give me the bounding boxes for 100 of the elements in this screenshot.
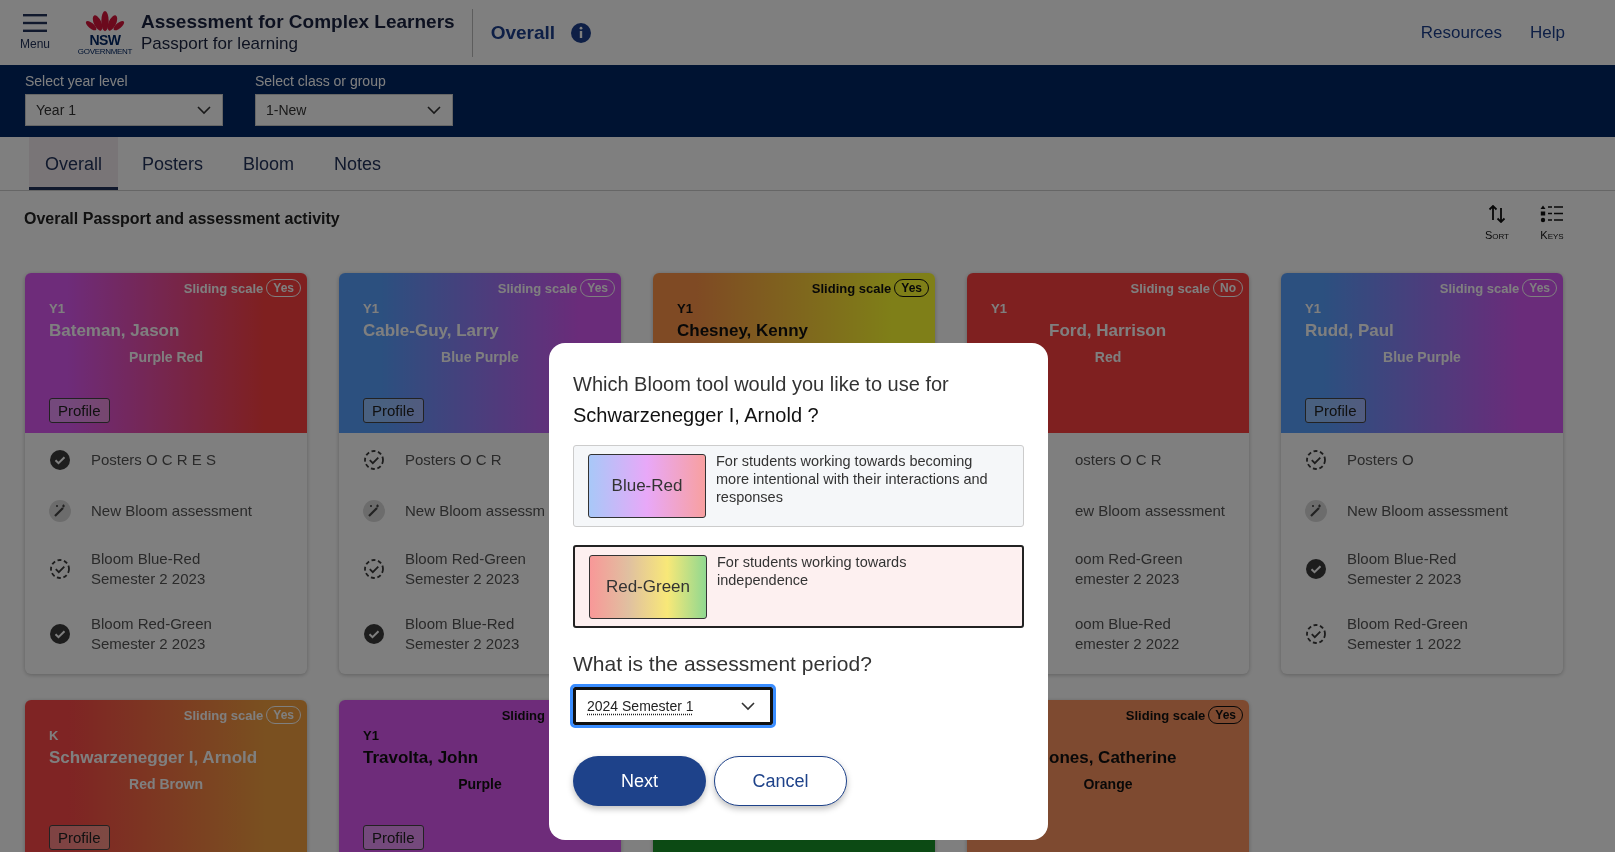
student-name: Ford, Harrison <box>1049 321 1167 341</box>
wand-icon <box>363 500 385 522</box>
activity-period: Semester 2 2023 <box>91 634 207 654</box>
band-name: Red Brown <box>129 776 203 792</box>
tab[interactable]: Bloom <box>227 137 311 190</box>
scale-label: Sliding scale <box>1130 280 1210 296</box>
tab[interactable]: Overall <box>29 137 118 190</box>
list-icon <box>1539 205 1565 223</box>
activity-label: New Bloom assessment <box>1347 501 1508 521</box>
app-subtitle: Passport for learning <box>141 34 299 54</box>
activity-label: Bloom Blue-Red <box>405 614 516 634</box>
activity-period: emester 2 2022 <box>1075 634 1180 654</box>
scale-label: Sliding scale <box>497 280 578 296</box>
chevron-down-icon <box>426 103 442 117</box>
student-name: Schwarzenegger I, Arnold <box>49 748 258 768</box>
filter-label: Select year level <box>25 73 129 89</box>
check-circle-icon <box>363 623 385 645</box>
activity-label: New Bloom assessment <box>91 501 252 521</box>
page-title: Overall <box>490 21 556 44</box>
student-name: Bateman, Jason <box>49 321 180 341</box>
year-level: K <box>49 728 59 743</box>
activity-label: oom Red-Green <box>1075 549 1183 569</box>
band-name: Red <box>1094 349 1122 365</box>
tool-option[interactable]: Blue-Red For students working towards becoming more intentional with their interactions and responses <box>573 445 1024 527</box>
filter-label: Select class or group <box>255 73 387 89</box>
activity-period: Semester 2 2023 <box>1347 569 1462 589</box>
activity-label: Bloom Red-Green <box>91 614 212 634</box>
option-description: For students working towards independence <box>717 553 908 590</box>
scale-label: Sliding scale <box>1439 280 1520 296</box>
band-name: Purple Red <box>129 349 203 365</box>
sort-icon <box>1487 205 1506 223</box>
dashed-check-icon <box>363 558 385 580</box>
scale-label: Sliding <box>501 707 545 723</box>
activity-label: Bloom Blue-Red <box>1347 549 1458 569</box>
scale-label: Sliding scale <box>183 707 264 723</box>
tab[interactable]: Notes <box>318 137 398 190</box>
student-name: Travolta, John <box>363 748 479 768</box>
tab[interactable]: Posters <box>126 137 220 190</box>
toolbar-button[interactable]: Keys <box>1539 205 1565 241</box>
activity-period: Semester 2 2023 <box>405 569 521 589</box>
year-level: Y1 <box>991 301 1007 316</box>
dialog-question: Which Bloom tool would you like to use for <box>573 372 950 397</box>
year-level: Y1 <box>49 301 65 316</box>
chevron-down-icon <box>740 699 756 713</box>
info-icon <box>571 22 592 43</box>
tool-swatch: Blue-Red <box>588 454 706 518</box>
activity-label: New Bloom assessm <box>405 501 546 521</box>
dropdown[interactable]: Year 1 <box>25 94 223 126</box>
cancel-button[interactable]: Cancel <box>714 756 847 806</box>
year-level: Y1 <box>1305 301 1321 316</box>
option-description: For students working towards becoming more intentional with their interactions and responses <box>716 452 989 507</box>
activity-label: Bloom Red-Green <box>1347 614 1468 634</box>
tool-swatch: Red-Green <box>589 555 707 619</box>
toolbar-button[interactable]: Sort <box>1484 205 1509 241</box>
activity-period: emester 2 2023 <box>1075 569 1181 589</box>
chevron-down-icon <box>196 103 212 117</box>
menu-icon <box>23 14 47 32</box>
flower-icon <box>85 9 125 34</box>
activity-period: Semester 2 2023 <box>91 569 206 589</box>
section-title: Overall Passport and assessment activity <box>24 210 340 228</box>
year-level: Y1 <box>363 301 379 316</box>
period-dropdown[interactable]: 2024 Semester 1 <box>573 687 773 725</box>
dashed-check-icon <box>363 449 385 471</box>
header-link[interactable]: Help <box>1530 22 1565 43</box>
student-name: Rudd, Paul <box>1305 321 1394 341</box>
year-level: Y1 <box>363 728 379 743</box>
logo-subtext: GOVERNMENT <box>77 46 133 56</box>
header-link[interactable]: Resources <box>1420 22 1503 43</box>
period-label: What is the assessment period? <box>573 652 873 676</box>
student-name: Schwarzenegger I, Arnold ? <box>573 403 820 428</box>
scale-label: Sliding scale <box>1125 707 1206 723</box>
app-title: Assessment for Complex Learners <box>141 11 455 33</box>
student-name: Cable-Guy, Larry <box>363 321 499 341</box>
student-name: ones, Catherine <box>1049 748 1177 768</box>
check-circle-icon <box>49 449 71 471</box>
activity-period: Semester 2 2023 <box>405 634 520 654</box>
band-name: Orange <box>1083 776 1133 792</box>
year-level: Y1 <box>677 301 693 316</box>
dropdown[interactable]: 1-New <box>255 94 453 126</box>
scale-label: Sliding scale <box>811 280 892 296</box>
tool-option[interactable]: Red-Green For students working towards independence <box>573 545 1024 628</box>
activity-label: ew Bloom assessment <box>1074 501 1225 521</box>
student-name: Chesney, Kenny <box>677 321 808 341</box>
activity-label: Posters O <box>1347 450 1414 470</box>
activity-label: osters O C R <box>1075 450 1162 470</box>
activity-label: Posters O C R <box>405 450 502 470</box>
check-circle-icon <box>49 623 71 645</box>
band-name: Purple <box>458 776 502 792</box>
activity-label: Bloom Red-Green <box>405 549 526 569</box>
menu-button[interactable]: Menu <box>17 14 53 51</box>
activity-period: Semester 1 2022 <box>1347 634 1463 654</box>
next-button[interactable]: Next <box>573 756 706 806</box>
activity-label: Posters O C R E S <box>91 450 217 470</box>
band-name: Blue Purple <box>441 349 519 365</box>
activity-label: oom Blue-Red <box>1075 614 1172 634</box>
wand-icon <box>1305 500 1327 522</box>
activity-label: Bloom Blue-Red <box>91 549 202 569</box>
wand-icon <box>49 500 71 522</box>
dashed-check-icon <box>1305 623 1327 645</box>
scale-label: Sliding scale <box>183 280 264 296</box>
